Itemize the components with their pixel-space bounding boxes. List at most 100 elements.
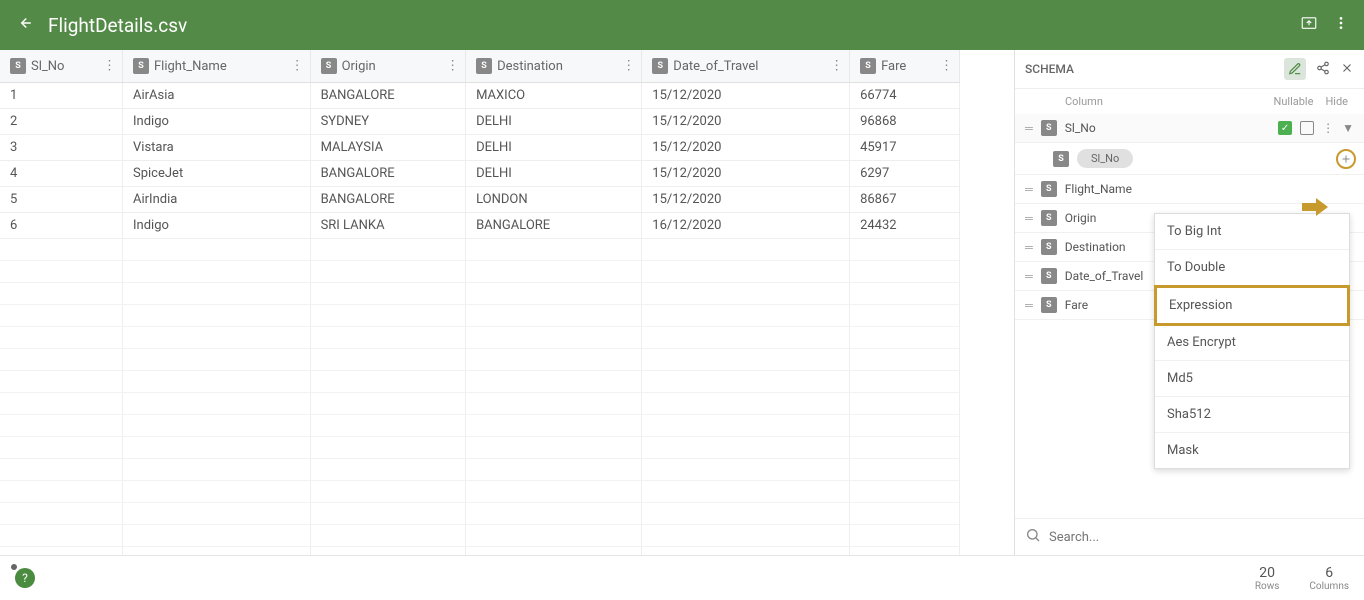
table-cell[interactable]: 15/12/2020 [642, 161, 850, 187]
table-row[interactable]: 2IndigoSYDNEYDELHI15/12/202096868 [0, 109, 960, 135]
table-cell[interactable]: Indigo [123, 109, 311, 135]
table-cell[interactable]: MALAYSIA [310, 135, 466, 161]
column-name: Destination [497, 59, 563, 74]
table-cell[interactable]: DELHI [466, 135, 642, 161]
more-icon[interactable] [1333, 15, 1349, 35]
dropdown-item-to-double[interactable]: To Double [1155, 250, 1349, 286]
column-header[interactable]: SFare⋮ [850, 50, 960, 83]
page-title: FlightDetails.csv [48, 14, 187, 37]
type-badge-icon: S [321, 58, 337, 74]
dropdown-item-md5[interactable]: Md5 [1155, 361, 1349, 397]
table-row[interactable]: 4SpiceJetBANGALOREDELHI15/12/20206297 [0, 161, 960, 187]
table-cell[interactable]: Indigo [123, 213, 311, 239]
drag-handle-icon[interactable]: ═ [1025, 183, 1033, 196]
footer-bar: ? 20 Rows 6 Columns [0, 555, 1364, 600]
column-header[interactable]: SSl_No⋮ [0, 50, 123, 83]
type-badge-icon: S [1041, 120, 1057, 136]
add-transform-button[interactable] [1336, 149, 1356, 169]
table-cell[interactable]: MAXICO [466, 83, 642, 109]
table-cell[interactable]: BANGALORE [310, 83, 466, 109]
type-badge-icon: S [652, 58, 668, 74]
column-header[interactable]: SOrigin⋮ [310, 50, 466, 83]
table-cell[interactable]: BANGALORE [310, 187, 466, 213]
close-icon[interactable] [1340, 61, 1354, 78]
drag-handle-icon[interactable]: ═ [1025, 270, 1033, 283]
rows-label: Rows [1255, 581, 1280, 592]
data-table: SSl_No⋮SFlight_Name⋮SOrigin⋮SDestination… [0, 50, 960, 555]
table-row[interactable]: 3VistaraMALAYSIADELHI15/12/202045917 [0, 135, 960, 161]
column-menu-icon[interactable]: ⋮ [291, 59, 304, 74]
table-row[interactable]: 5AirIndiaBANGALORELONDON15/12/202086867 [0, 187, 960, 213]
table-cell[interactable]: 45917 [850, 135, 960, 161]
schema-hide-header: Hide [1325, 95, 1348, 108]
export-icon[interactable] [1300, 14, 1318, 36]
table-row[interactable]: 6IndigoSRI LANKABANGALORE16/12/202024432 [0, 213, 960, 239]
column-menu-icon[interactable]: ⋮ [830, 59, 843, 74]
dropdown-item-sha512[interactable]: Sha512 [1155, 397, 1349, 433]
table-cell[interactable]: 1 [0, 83, 123, 109]
column-header[interactable]: S Destination ⋮ [466, 50, 642, 83]
table-cell[interactable]: LONDON [466, 187, 642, 213]
share-icon[interactable] [1316, 61, 1330, 78]
dropdown-item-mask[interactable]: Mask [1155, 433, 1349, 468]
type-badge-icon: S [1041, 210, 1057, 226]
schema-edit-icon[interactable] [1284, 58, 1306, 80]
table-cell[interactable]: SRI LANKA [310, 213, 466, 239]
drag-handle-icon[interactable]: ═ [1025, 299, 1033, 312]
type-badge-icon: S [1053, 151, 1069, 167]
table-cell[interactable]: 15/12/2020 [642, 83, 850, 109]
table-cell[interactable]: 2 [0, 109, 123, 135]
nullable-checkbox[interactable]: ✓ [1278, 121, 1292, 135]
schema-search-input[interactable] [1049, 530, 1354, 545]
table-cell[interactable]: BANGALORE [466, 213, 642, 239]
schema-panel: SCHEMA Column Nullable Hide [1014, 50, 1364, 555]
table-cell[interactable]: SYDNEY [310, 109, 466, 135]
table-cell[interactable]: 15/12/2020 [642, 109, 850, 135]
hide-checkbox[interactable] [1300, 121, 1314, 135]
column-header[interactable]: SDate_of_Travel⋮ [642, 50, 850, 83]
table-cell[interactable]: 24432 [850, 213, 960, 239]
table-cell[interactable]: SpiceJet [123, 161, 311, 187]
table-cell[interactable]: 15/12/2020 [642, 135, 850, 161]
dropdown-item-aes-encrypt[interactable]: Aes Encrypt [1155, 325, 1349, 361]
dropdown-item-expression[interactable]: Expression [1154, 285, 1350, 326]
cols-count: 6 [1309, 565, 1349, 581]
back-arrow-icon[interactable] [15, 14, 33, 37]
table-cell[interactable]: 5 [0, 187, 123, 213]
table-cell[interactable]: 4 [0, 161, 123, 187]
column-menu-icon[interactable]: ⋮ [622, 59, 635, 74]
table-row[interactable]: 1AirAsiaBANGALOREMAXICO15/12/202066774 [0, 83, 960, 109]
table-cell[interactable]: 3 [0, 135, 123, 161]
table-cell[interactable]: DELHI [466, 161, 642, 187]
column-menu-icon[interactable]: ⋮ [103, 59, 116, 74]
table-cell[interactable]: AirIndia [123, 187, 311, 213]
table-cell[interactable]: 6297 [850, 161, 960, 187]
column-menu-icon[interactable]: ⋮ [446, 59, 459, 74]
help-icon[interactable]: ? [15, 568, 35, 588]
column-header[interactable]: SFlight_Name⋮ [123, 50, 311, 83]
table-cell[interactable]: 6 [0, 213, 123, 239]
column-menu-icon[interactable]: ⋮ [940, 59, 953, 74]
table-cell[interactable]: Vistara [123, 135, 311, 161]
drag-handle-icon[interactable]: ═ [1025, 241, 1033, 254]
chevron-down-icon[interactable]: ▼ [1342, 121, 1354, 135]
cols-label: Columns [1309, 581, 1349, 592]
type-badge-icon: S [1041, 297, 1057, 313]
table-cell[interactable]: 66774 [850, 83, 960, 109]
column-name: Flight_Name [154, 59, 227, 74]
table-cell[interactable]: 16/12/2020 [642, 213, 850, 239]
table-cell[interactable]: 96868 [850, 109, 960, 135]
type-badge-icon: S [1041, 239, 1057, 255]
table-cell[interactable]: 15/12/2020 [642, 187, 850, 213]
table-cell[interactable]: AirAsia [123, 83, 311, 109]
drag-handle-icon[interactable]: ═ [1025, 122, 1033, 135]
schema-row-slno[interactable]: ═ S Sl_No ✓ ⋮ ▼ [1015, 114, 1364, 143]
table-cell[interactable]: 86867 [850, 187, 960, 213]
type-badge-icon: S [10, 58, 26, 74]
table-cell[interactable]: BANGALORE [310, 161, 466, 187]
sub-column-pill[interactable]: Sl_No [1077, 149, 1133, 168]
drag-handle-icon[interactable]: ═ [1025, 212, 1033, 225]
table-cell[interactable]: DELHI [466, 109, 642, 135]
type-badge-icon: S [476, 58, 492, 74]
row-menu-icon[interactable]: ⋮ [1322, 121, 1334, 135]
